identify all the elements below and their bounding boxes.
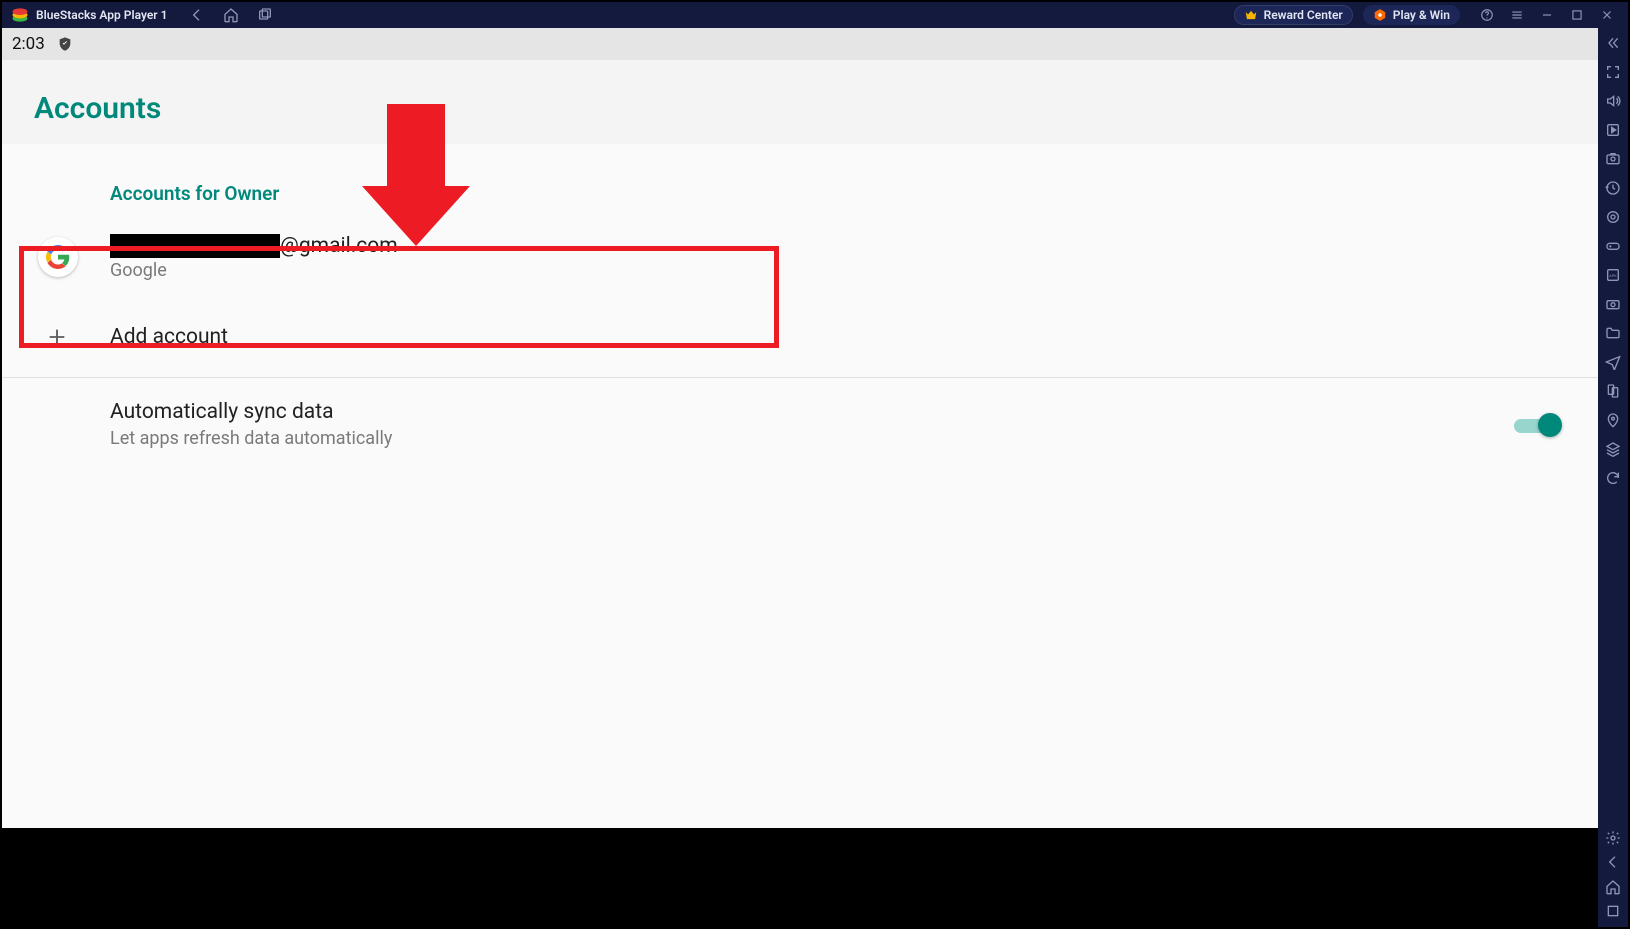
shield-icon [57,36,73,52]
chevrons-left-icon[interactable] [1601,30,1625,56]
apk-box-icon[interactable]: APK [1601,262,1625,288]
controller-icon[interactable] [1601,233,1625,259]
nav-back-icon[interactable] [1601,852,1625,872]
android-surface: 2:03 Accounts Accounts for Owner [2,28,1598,828]
home-icon[interactable] [223,7,239,23]
minimize-icon[interactable] [1540,8,1554,22]
add-account-row[interactable]: Add account [2,297,1598,377]
redacted-email-prefix [110,234,280,258]
reward-center-button[interactable]: Reward Center [1234,5,1353,25]
status-time: 2:03 [12,34,45,54]
window-controls [1480,8,1614,22]
close-icon[interactable] [1600,8,1614,22]
auto-sync-subtitle: Let apps refresh data automatically [110,428,392,449]
reward-center-label: Reward Center [1264,8,1343,22]
folder-icon[interactable] [1601,320,1625,346]
add-account-label: Add account [110,325,228,349]
plus-icon [46,326,68,348]
titlebar: BlueStacks App Player 1 Reward Center [2,2,1628,28]
layers-icon[interactable] [1601,436,1625,462]
gear-icon[interactable] [1601,828,1625,848]
toggle-thumb [1538,413,1562,437]
google-logo-icon [38,237,78,277]
sync-phone-icon[interactable] [1601,378,1625,404]
camera-icon[interactable] [1601,291,1625,317]
email-suffix: @gmail.com [280,234,398,258]
fullscreen-icon[interactable] [1601,59,1625,85]
auto-sync-row[interactable]: Automatically sync data Let apps refresh… [2,378,1598,471]
play-box-icon[interactable] [1601,117,1625,143]
nav-home-icon[interactable] [1601,877,1625,897]
google-account-row[interactable]: @gmail.com Google [2,217,1598,297]
android-status-bar: 2:03 [2,28,1598,60]
auto-sync-toggle[interactable] [1514,413,1558,437]
right-sidebar-bottom [1598,828,1628,927]
camera-box-icon[interactable] [1601,146,1625,172]
right-sidebar: APK [1598,28,1628,828]
volume-icon[interactable] [1601,88,1625,114]
plane-icon[interactable] [1601,349,1625,375]
back-icon[interactable] [189,7,205,23]
play-win-label: Play & Win [1393,8,1450,22]
hex-dot-icon [1373,8,1387,22]
accounts-section-label: Accounts for Owner [2,144,1598,217]
app-title: BlueStacks App Player 1 [36,8,167,22]
help-icon[interactable] [1480,8,1494,22]
recents-icon[interactable] [257,7,273,23]
play-win-button[interactable]: Play & Win [1363,5,1460,25]
page-title: Accounts [34,91,161,126]
settings-header: Accounts [2,60,1598,144]
nav-recents-icon[interactable] [1601,901,1625,921]
hamburger-icon[interactable] [1510,8,1524,22]
rotate-icon[interactable] [1601,465,1625,491]
bluestacks-logo-icon [10,5,30,25]
settings-content: Accounts for Owner [2,144,1598,471]
maximize-icon[interactable] [1570,8,1584,22]
auto-sync-title: Automatically sync data [110,400,392,424]
svg-text:APK: APK [1609,273,1617,278]
history-icon[interactable] [1601,175,1625,201]
account-provider: Google [110,260,398,281]
crown-icon [1244,8,1258,22]
account-email: @gmail.com [110,234,398,258]
location-pin-icon[interactable] [1601,407,1625,433]
target-icon[interactable] [1601,204,1625,230]
titlebar-nav [189,7,273,23]
